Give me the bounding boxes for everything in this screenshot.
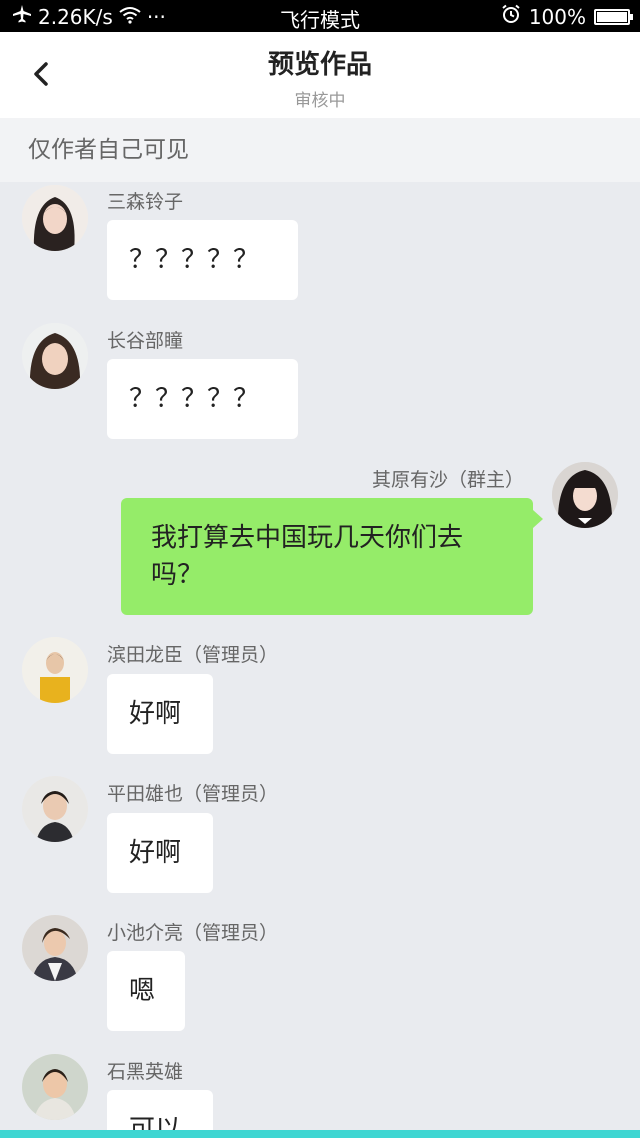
sender-name: 三森铃子 — [107, 191, 184, 213]
avatar[interactable] — [22, 323, 88, 389]
battery-percent: 100% — [528, 4, 586, 29]
top-nav-bar: 预览作品 审核中 — [0, 32, 640, 118]
visibility-notice: 仅作者自己可见 — [0, 118, 640, 182]
bottom-accent-bar — [0, 1130, 640, 1138]
avatar[interactable] — [22, 915, 88, 981]
review-status: 审核中 — [294, 91, 346, 111]
avatar[interactable] — [552, 462, 618, 528]
message-bubble[interactable]: 好啊 — [107, 813, 213, 893]
message-bubble[interactable]: 可以 — [107, 1090, 213, 1130]
message-bubble[interactable]: 嗯 — [107, 951, 185, 1031]
sender-name: 滨田龙臣（管理员） — [107, 644, 279, 666]
sender-name: 平田雄也（管理员） — [107, 783, 279, 805]
battery-icon — [594, 8, 633, 25]
message-bubble[interactable]: 我打算去中国玩几天你们去吗？ — [121, 498, 543, 615]
sender-name: 石黑英雄 — [107, 1061, 184, 1083]
status-right: 100% — [501, 4, 633, 29]
sender-name: 长谷部瞳 — [107, 330, 184, 352]
alarm-icon — [501, 4, 521, 29]
message-bubble[interactable]: ？？？？？ — [107, 359, 298, 439]
avatar[interactable] — [22, 1054, 88, 1120]
chat-list[interactable]: 三森铃子 ？？？？？ 长谷部瞳 ？？？？？ 其原有沙（群主） 我打算去中国玩几天… — [0, 182, 640, 1130]
avatar[interactable] — [22, 185, 88, 251]
message-bubble[interactable]: ？？？？？ — [107, 220, 298, 300]
avatar[interactable] — [22, 776, 88, 842]
avatar[interactable] — [22, 637, 88, 703]
page-title: 预览作品 — [267, 50, 372, 80]
sender-name: 其原有沙（群主） — [371, 469, 524, 491]
message-bubble[interactable]: 好啊 — [107, 674, 213, 754]
sender-name: 小池介亮（管理员） — [107, 922, 279, 944]
status-bar: 2.26K/s ··· 飞行模式 100% — [0, 0, 640, 32]
